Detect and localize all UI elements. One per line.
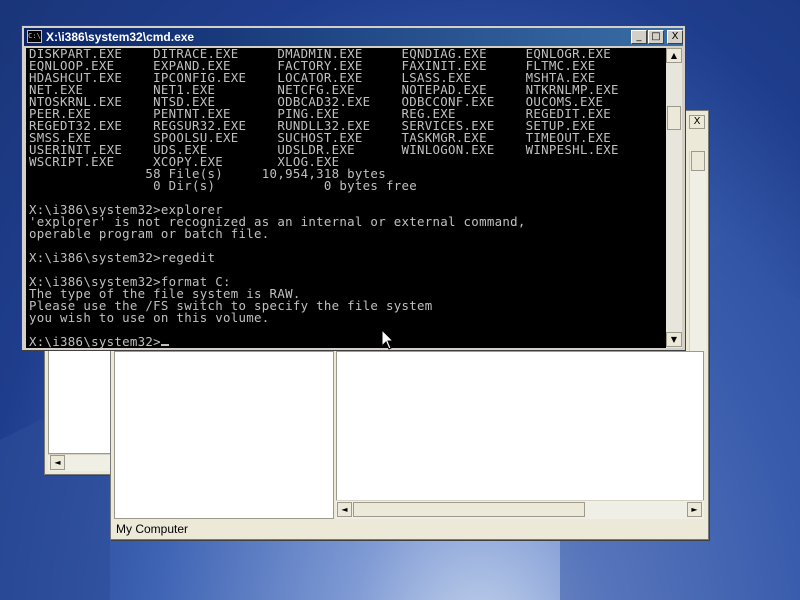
minimize-button[interactable]: _ [631,30,647,44]
list-horizontal-scrollbar[interactable]: ◄ ► [336,500,704,519]
scroll-thumb[interactable] [667,106,681,130]
cmd-title-bar[interactable]: C:\ X:\i386\system32\cmd.exe _ □ X [24,28,683,46]
horizontal-scrollbar[interactable]: ◄ [48,454,112,471]
console-line: X:\i386\system32>regedit [29,250,216,265]
console-line: you wish to use on this volume. [29,310,270,325]
close-button[interactable]: X [667,30,683,44]
scroll-thumb[interactable] [353,502,585,517]
scroll-left-button[interactable]: ◄ [337,502,352,517]
window-title: X:\i386\system32\cmd.exe [46,30,195,44]
maximize-button[interactable]: □ [648,30,664,44]
status-bar-text: My Computer [116,522,189,536]
scroll-left-button[interactable]: ◄ [50,455,65,470]
right-strip-scrollbar[interactable] [689,151,706,351]
close-button[interactable]: X [689,115,705,129]
cmd-vertical-scrollbar[interactable]: ▲ ▼ [666,48,682,348]
console-text: DISKPART.EXE DITRACE.EXE DMADMIN.EXE EQN… [26,48,666,348]
scroll-down-button[interactable]: ▼ [666,332,682,347]
console-line: X:\i386\system32> [29,334,161,348]
mouse-cursor-icon [382,330,394,350]
console-line: 0 Dir(s) 0 bytes free [29,178,417,193]
tree-pane[interactable] [114,351,334,519]
list-pane[interactable] [336,351,704,503]
console-output[interactable]: DISKPART.EXE DITRACE.EXE DMADMIN.EXE EQN… [26,48,666,348]
scroll-up-button[interactable]: ▲ [666,48,682,63]
scroll-right-button[interactable]: ► [687,502,702,517]
scroll-thumb[interactable] [691,151,705,171]
cmd-icon: C:\ [27,30,42,43]
cmd-window[interactable]: C:\ X:\i386\system32\cmd.exe _ □ X DISKP… [21,25,686,351]
background-window-left: ◄ [44,345,116,475]
text-cursor [160,344,169,346]
left-window-content [48,346,112,454]
console-line: operable program or batch file. [29,226,270,241]
